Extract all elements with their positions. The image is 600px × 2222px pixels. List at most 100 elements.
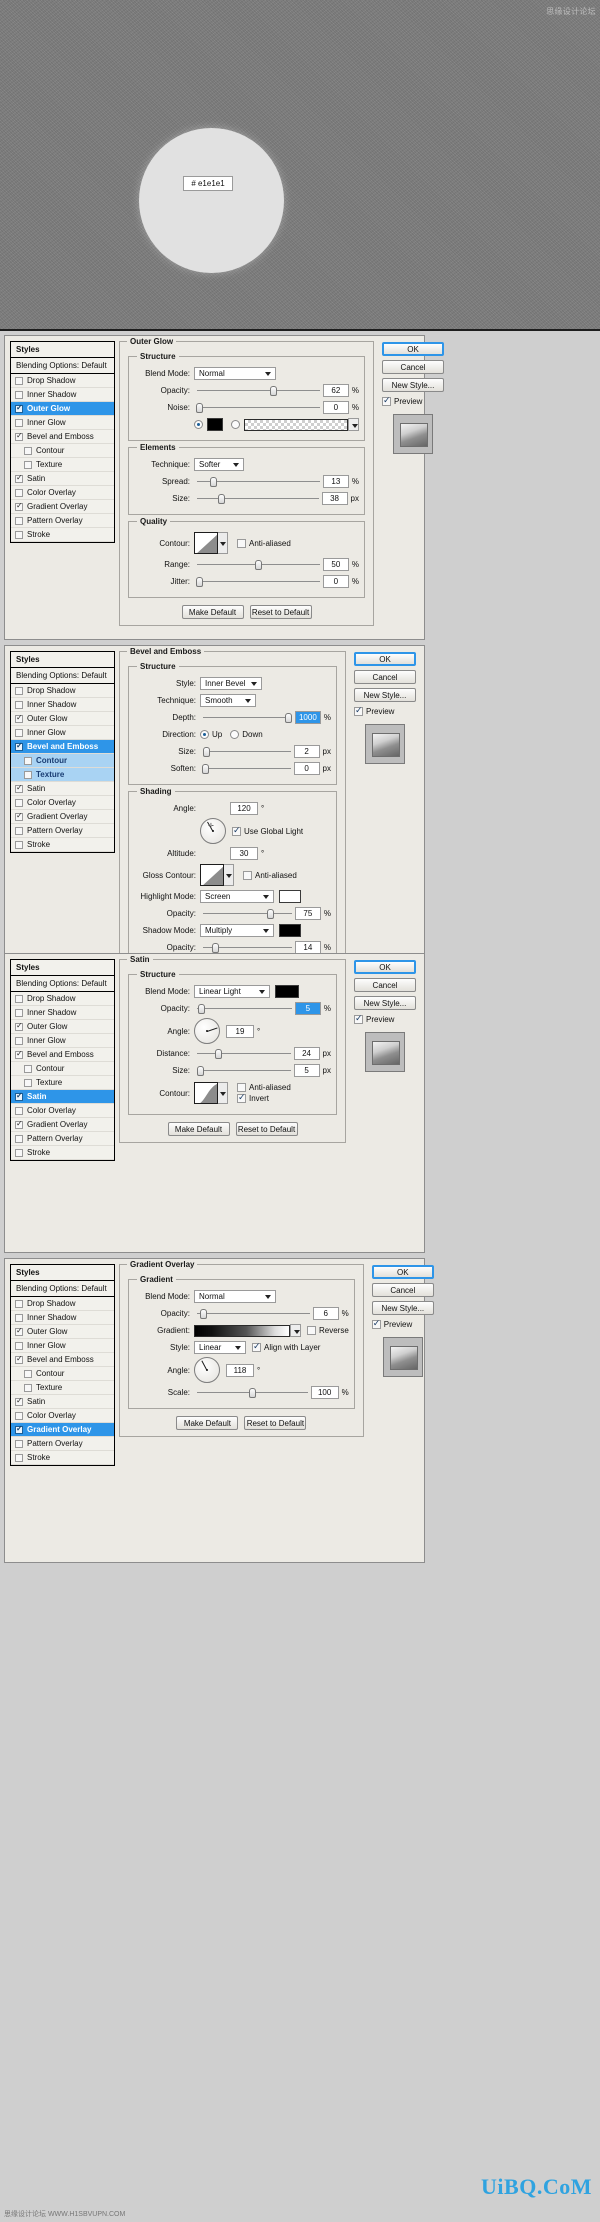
ok-button[interactable]: OK — [382, 342, 444, 356]
sidebar-item-stroke[interactable]: Stroke — [11, 528, 114, 542]
style-checkbox[interactable] — [15, 1148, 23, 1157]
sidebar-item-texture[interactable]: Texture — [11, 768, 114, 782]
jitter-slider[interactable] — [196, 575, 320, 588]
slider-thumb[interactable] — [201, 764, 209, 774]
slider-thumb[interactable] — [196, 577, 204, 587]
slider-thumb[interactable] — [212, 943, 220, 953]
new-style-button[interactable]: New Style... — [382, 378, 444, 392]
sidebar-item-contour[interactable]: Contour — [11, 754, 114, 768]
sidebar-item-pattern-overlay[interactable]: Pattern Overlay — [11, 1132, 114, 1146]
style-checkbox[interactable] — [15, 798, 23, 807]
satin-contour[interactable] — [194, 1082, 228, 1104]
anti-aliased-checkbox-box[interactable] — [243, 870, 252, 880]
scale-slider[interactable] — [197, 1386, 308, 1399]
style-checkbox[interactable] — [15, 783, 23, 793]
blend-mode-select[interactable]: Normal — [194, 367, 276, 380]
altitude-input[interactable]: 30 — [230, 847, 258, 860]
align-with-layer-checkbox-box[interactable] — [252, 1341, 261, 1352]
cancel-button[interactable]: Cancel — [354, 978, 416, 992]
sidebar-item-contour[interactable]: Contour — [11, 444, 114, 458]
ok-button[interactable]: OK — [354, 960, 416, 974]
style-checkbox[interactable] — [15, 994, 23, 1003]
style-checkbox[interactable] — [15, 1453, 23, 1462]
reset-to-default-button[interactable]: Reset to Default — [244, 1416, 307, 1430]
sidebar-item-inner-shadow[interactable]: Inner Shadow — [11, 1006, 114, 1020]
preview-checkbox[interactable]: Preview — [382, 395, 444, 406]
invert-checkbox[interactable]: Invert — [237, 1092, 291, 1103]
style-checkbox[interactable] — [15, 488, 23, 497]
size-input[interactable]: 2 — [293, 745, 320, 758]
style-checkbox[interactable] — [15, 1313, 23, 1322]
gradient-radio[interactable] — [231, 420, 240, 429]
slider-thumb[interactable] — [196, 1066, 204, 1076]
chevron-down-icon[interactable] — [218, 532, 228, 554]
glow-color-swatch[interactable] — [207, 418, 223, 431]
preview-toggle[interactable]: Preview — [382, 395, 422, 406]
align-with-layer-checkbox[interactable]: Align with Layer — [252, 1341, 320, 1352]
style-checkbox[interactable] — [15, 1008, 23, 1017]
sidebar-item-bevel-and-emboss[interactable]: Bevel and Emboss — [11, 1353, 114, 1367]
reverse-checkbox-box[interactable] — [307, 1326, 316, 1335]
sidebar-item-inner-shadow[interactable]: Inner Shadow — [11, 1311, 114, 1325]
slider-thumb[interactable] — [285, 713, 293, 723]
sidebar-item-inner-glow[interactable]: Inner Glow — [11, 1034, 114, 1048]
sidebar-item-gradient-overlay[interactable]: Gradient Overlay — [11, 1423, 114, 1437]
size-input[interactable]: 5 — [293, 1064, 320, 1077]
angle-dial[interactable]: ✛ — [200, 818, 226, 844]
style-checkbox[interactable] — [15, 840, 23, 849]
opacity-input[interactable]: 62 — [322, 384, 349, 397]
range-input[interactable]: 50 — [322, 558, 349, 571]
sidebar-item-texture[interactable]: Texture — [11, 458, 114, 472]
sidebar-item-gradient-overlay[interactable]: Gradient Overlay — [11, 500, 114, 514]
make-default-button[interactable]: Make Default — [181, 605, 244, 619]
reset-to-default-button[interactable]: Reset to Default — [249, 605, 312, 619]
anti-aliased-checkbox[interactable]: Anti-aliased — [237, 538, 291, 548]
sidebar-item-contour[interactable]: Contour — [11, 1367, 114, 1381]
highlight-color-swatch[interactable] — [279, 890, 301, 903]
direction-up-radio[interactable] — [200, 730, 209, 739]
angle-input[interactable]: 19 — [226, 1024, 254, 1038]
style-checkbox[interactable] — [15, 390, 23, 399]
style-checkbox[interactable] — [15, 501, 23, 511]
blend-mode-select[interactable]: Normal — [194, 1290, 276, 1303]
ok-button[interactable]: OK — [354, 652, 416, 666]
blending-options-item[interactable]: Blending Options: Default — [11, 668, 114, 684]
style-checkbox[interactable] — [15, 1091, 23, 1101]
style-checkbox[interactable] — [15, 1106, 23, 1115]
chevron-down-icon[interactable] — [218, 1082, 228, 1104]
scale-input[interactable]: 100 — [310, 1386, 339, 1399]
preview-toggle-box[interactable] — [354, 705, 363, 716]
sidebar-item-bevel-and-emboss[interactable]: Bevel and Emboss — [11, 430, 114, 444]
anti-aliased-checkbox-box[interactable] — [237, 538, 246, 548]
anti-aliased-checkbox[interactable]: Anti-aliased — [237, 1083, 291, 1092]
depth-input[interactable]: 1000 — [294, 711, 321, 724]
slider-thumb[interactable] — [202, 747, 210, 757]
style-checkbox[interactable] — [15, 530, 23, 539]
sidebar-item-outer-glow[interactable]: Outer Glow — [11, 712, 114, 726]
sidebar-item-outer-glow[interactable]: Outer Glow — [11, 1325, 114, 1339]
highlight-opacity-slider[interactable] — [203, 907, 292, 920]
sidebar-item-color-overlay[interactable]: Color Overlay — [11, 1409, 114, 1423]
style-checkbox[interactable] — [24, 1383, 32, 1392]
style-checkbox[interactable] — [15, 713, 23, 723]
preview-toggle[interactable]: Preview — [354, 705, 394, 716]
style-checkbox[interactable] — [24, 460, 32, 469]
new-style-button[interactable]: New Style... — [371, 1301, 434, 1315]
blend-mode-select[interactable]: Linear Light — [194, 985, 270, 998]
preview-toggle-box[interactable] — [354, 1013, 363, 1024]
soften-input[interactable]: 0 — [293, 762, 320, 775]
sidebar-item-drop-shadow[interactable]: Drop Shadow — [11, 684, 114, 698]
sidebar-item-inner-glow[interactable]: Inner Glow — [11, 1339, 114, 1353]
cancel-button[interactable]: Cancel — [382, 360, 444, 374]
sidebar-item-inner-shadow[interactable]: Inner Shadow — [11, 388, 114, 402]
sidebar-item-color-overlay[interactable]: Color Overlay — [11, 486, 114, 500]
style-checkbox[interactable] — [15, 728, 23, 737]
distance-input[interactable]: 24 — [293, 1047, 320, 1060]
style-checkbox[interactable] — [15, 1341, 23, 1350]
sidebar-item-satin[interactable]: Satin — [11, 472, 114, 486]
use-global-light-checkbox-box[interactable] — [232, 825, 241, 836]
highlight-opacity-input[interactable]: 75 — [294, 907, 321, 920]
style-checkbox[interactable] — [15, 431, 23, 441]
reset-to-default-button[interactable]: Reset to Default — [235, 1122, 298, 1136]
cancel-button[interactable]: Cancel — [371, 1283, 434, 1297]
